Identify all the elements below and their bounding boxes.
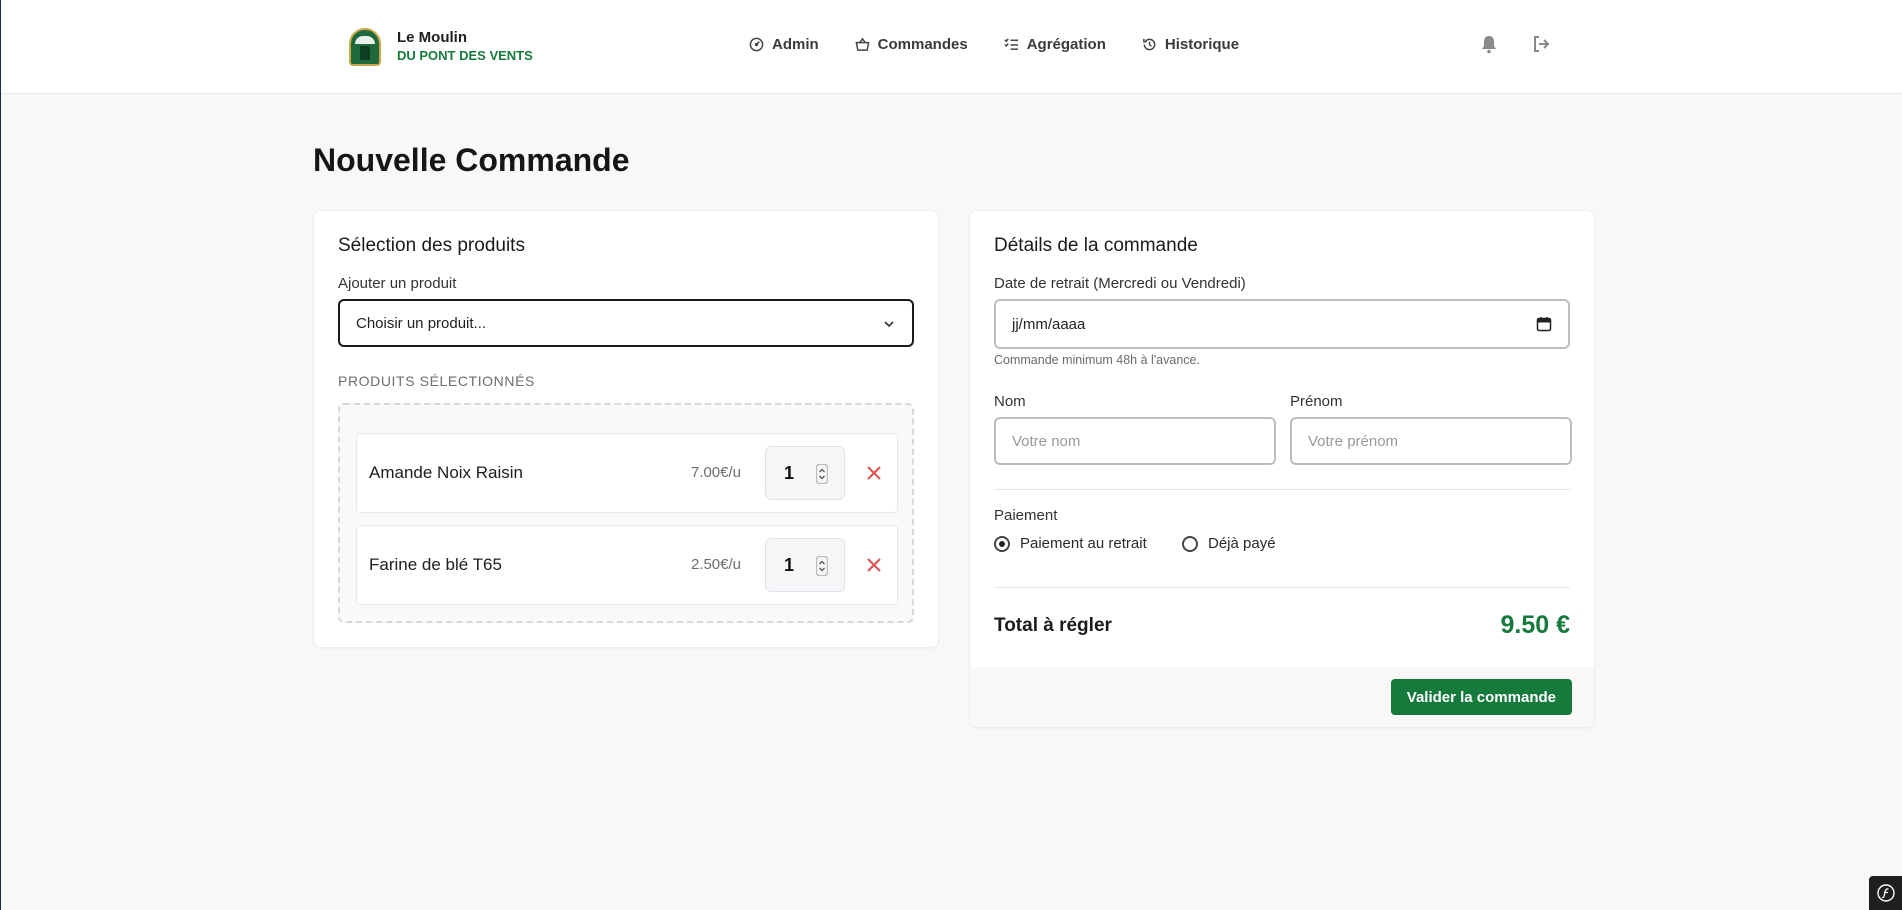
selected-products-heading: PRODUITS SÉLECTIONNÉS [338, 373, 535, 389]
divider [994, 587, 1570, 588]
nom-input[interactable]: Votre nom [994, 417, 1276, 465]
card-title: Sélection des produits [338, 235, 525, 256]
header-actions [1479, 34, 1551, 54]
history-icon [1143, 38, 1156, 51]
radio-unchecked[interactable] [1182, 535, 1198, 552]
pickup-date-label: Date de retrait (Mercredi ou Vendredi) [994, 275, 1246, 292]
nav-item-commandes[interactable]: Commandes [855, 36, 968, 53]
mill-logo-icon [349, 28, 381, 66]
divider [994, 489, 1570, 490]
quantity-value: 1 [784, 462, 795, 483]
payment-option-retrait[interactable]: Paiement au retrait [994, 535, 1147, 552]
nom-label: Nom [994, 393, 1026, 410]
product-name: Farine de blé T65 [369, 555, 502, 574]
list-item: Amande Noix Raisin 7.00€/u 1 [356, 433, 898, 513]
card-title: Détails de la commande [994, 235, 1198, 256]
submit-order-button[interactable]: Valider la commande [1390, 679, 1572, 715]
remove-icon[interactable] [865, 464, 883, 482]
spinner-arrows-icon[interactable] [816, 464, 828, 484]
brand-subtitle: DU PONT DES VENTS [397, 48, 533, 63]
product-name: Amande Noix Raisin [369, 463, 524, 482]
total-label: Total à régler [994, 615, 1112, 636]
quantity-value: 1 [784, 554, 795, 575]
main-nav: Admin Commandes Agrégation Historique [749, 36, 1239, 53]
list-item: Farine de blé T65 2.50€/u 1 [356, 525, 898, 605]
nav-label: Historique [1164, 36, 1240, 53]
product-unit-price: 2.50€/u [690, 556, 741, 573]
payment-option-paye[interactable]: Déjà payé [1182, 535, 1276, 552]
list-check-icon [1004, 38, 1018, 50]
total-value: 9.50 € [1500, 611, 1570, 639]
card-footer: Valider la commande [970, 667, 1594, 727]
selected-products-list: Amande Noix Raisin 7.00€/u 1 Farine de b… [338, 403, 914, 623]
nav-item-historique[interactable]: Historique [1142, 36, 1239, 53]
date-hint: Commande minimum 48h à l'avance. [994, 353, 1200, 367]
radio-checked[interactable] [994, 535, 1010, 552]
quantity-stepper[interactable]: 1 [765, 538, 845, 592]
prenom-placeholder: Votre prénom [1308, 432, 1399, 450]
symfony-logo-icon [1877, 884, 1895, 902]
radio-label: Déjà payé [1208, 535, 1276, 552]
nav-label: Agrégation [1026, 36, 1106, 53]
nav-item-admin[interactable]: Admin [749, 36, 819, 53]
prenom-label: Prénom [1290, 393, 1343, 410]
calendar-icon[interactable] [1536, 316, 1552, 332]
nav-label: Commandes [877, 36, 968, 53]
nom-placeholder: Votre nom [1012, 432, 1081, 450]
order-details-card: Détails de la commande Date de retrait (… [969, 210, 1595, 728]
remove-icon[interactable] [865, 556, 883, 574]
top-header: Le Moulin DU PONT DES VENTS Admin Comman… [1, 0, 1902, 94]
pickup-date-field[interactable]: jj/mm/aaaa [994, 299, 1570, 349]
bell-icon[interactable] [1479, 34, 1499, 54]
quantity-stepper[interactable]: 1 [765, 446, 845, 500]
logout-icon[interactable] [1531, 34, 1551, 54]
add-product-label: Ajouter un produit [338, 275, 457, 292]
brand-name: Le Moulin [397, 29, 467, 46]
prenom-input[interactable]: Votre prénom [1290, 417, 1572, 465]
basket-icon [855, 37, 870, 51]
select-value: Choisir un produit... [356, 314, 487, 332]
spinner-arrows-icon[interactable] [816, 556, 828, 576]
brand[interactable]: Le Moulin DU PONT DES VENTS [349, 28, 533, 66]
nav-label: Admin [772, 36, 819, 53]
payment-label: Paiement [994, 507, 1058, 524]
page-title: Nouvelle Commande [313, 142, 630, 178]
chevron-down-icon [884, 321, 894, 328]
product-select[interactable]: Choisir un produit... [338, 299, 914, 347]
nav-item-agregation[interactable]: Agrégation [1004, 36, 1106, 53]
symfony-toolbar-icon[interactable] [1869, 876, 1902, 910]
product-selection-card: Sélection des produits Ajouter un produi… [313, 210, 939, 648]
gauge-icon [749, 37, 764, 52]
product-unit-price: 7.00€/u [690, 464, 741, 481]
radio-label: Paiement au retrait [1020, 535, 1147, 552]
date-value: jj/mm/aaaa [1012, 315, 1086, 333]
